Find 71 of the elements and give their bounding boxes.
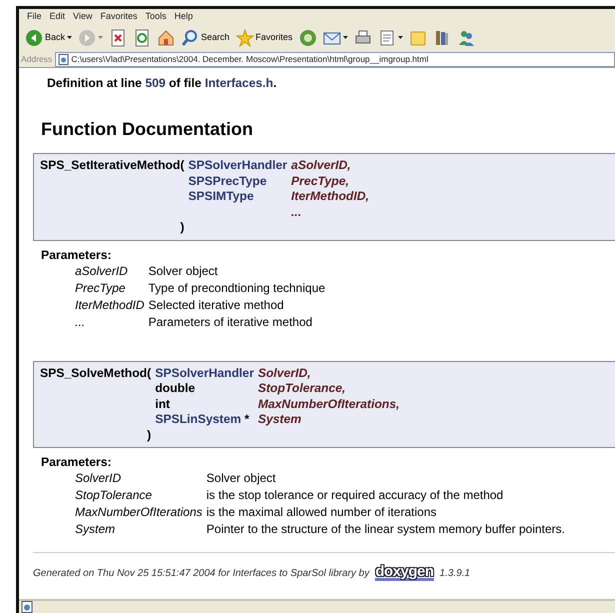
menu-item[interactable]: Help xyxy=(170,10,197,24)
closing-paren: ) xyxy=(180,220,184,234)
menu-item[interactable]: View xyxy=(69,10,96,24)
footer-text: Generated on Thu Nov 25 15:51:47 2004 for Interfaces to SparSol library by xyxy=(33,566,370,581)
favorites-button[interactable]: Favorites xyxy=(234,27,295,49)
address-label: Address xyxy=(21,52,52,66)
page-icon xyxy=(58,54,70,64)
parameter-name: PrecType xyxy=(75,280,126,295)
caret-icon xyxy=(67,36,72,40)
parameter-name: ... xyxy=(291,204,302,219)
parameter-name: SolverID, xyxy=(258,366,311,380)
parameter-description: Parameters of iterative method xyxy=(148,314,312,329)
pointer-mark: * xyxy=(243,412,250,426)
parameter-name: ... xyxy=(75,314,86,329)
house-icon xyxy=(157,29,176,47)
menu-item[interactable]: File xyxy=(23,10,46,24)
link[interactable]: 509 xyxy=(145,76,166,90)
type-link[interactable]: SPSPrecType xyxy=(188,174,267,188)
type-link[interactable]: SPSIMType xyxy=(188,189,254,204)
parameter-name: MaxNumberOfIterations, xyxy=(258,396,400,411)
document-icon xyxy=(378,29,396,47)
page-icon xyxy=(21,601,33,613)
parameter-description: Solver object xyxy=(148,264,218,278)
parameter-description: Type of precondtioning technique xyxy=(148,280,326,295)
parameter-name: IterMethodID, xyxy=(291,189,370,204)
back-button[interactable]: Back xyxy=(23,27,74,49)
search-icon xyxy=(181,29,200,47)
parameter-description: Selected iterative method xyxy=(148,298,284,312)
version-text: 1.3.9.1 xyxy=(440,566,470,581)
parameter-name: StopTolerance xyxy=(75,488,152,502)
definition-text: Definition at line 509 of file Interfaces.h. xyxy=(47,75,278,92)
caret-icon xyxy=(398,36,403,40)
closing-paren: ) xyxy=(147,428,152,442)
refresh-icon xyxy=(133,29,152,47)
parameter-name: IterMethodID xyxy=(75,298,144,312)
type-link[interactable]: SPSolverHandler xyxy=(155,366,254,380)
parameter-name: System xyxy=(258,412,302,426)
parameter-description: Pointer to the structure of the linear system memory buffer pointers. xyxy=(206,522,565,536)
type-link[interactable]: SPSLinSystem xyxy=(155,412,242,426)
section-heading: Function Documentation xyxy=(41,118,254,142)
doxygen-logo[interactable]: doxygen xyxy=(375,565,434,582)
parameter-name: MaxNumberOfIterations xyxy=(75,505,202,520)
parameter-description: is the stop tolerance or required accuracy of the method xyxy=(206,488,504,502)
folder-icon xyxy=(408,29,427,47)
parameter-description: is the maximal allowed number of iterations xyxy=(206,505,436,520)
parameter-name: aSolverID xyxy=(75,264,128,278)
people-icon xyxy=(456,29,475,47)
search-button[interactable]: Search xyxy=(179,27,232,49)
stop-icon xyxy=(109,29,128,47)
parameter-name: aSolverID, xyxy=(291,158,351,172)
parameters-label: Parameters: xyxy=(41,455,112,470)
parameter-name: StopTolerance, xyxy=(258,381,346,396)
type-link[interactable]: SPSolverHandler xyxy=(188,158,288,172)
parameter-name: System xyxy=(75,522,116,536)
link[interactable]: Interfaces.h xyxy=(204,76,274,90)
parameters-label: Parameters: xyxy=(41,248,112,263)
menu-item[interactable]: Tools xyxy=(141,10,170,24)
caret-icon xyxy=(342,36,348,40)
menu-item[interactable]: Favorites xyxy=(96,10,142,24)
parameter-name: SolverID xyxy=(75,471,122,486)
parameter-name: PrecType, xyxy=(291,174,349,188)
type-name: int xyxy=(155,396,170,411)
address-field[interactable]: C:\users\Vlad\Presentations\2004. December. Moscow\Presentation\html\group__imgroup.html xyxy=(55,52,615,66)
type-name: double xyxy=(155,381,196,396)
parameter-description: Solver object xyxy=(206,471,276,486)
function-name: SPS_SolveMethod( xyxy=(40,366,152,380)
star-icon xyxy=(236,29,254,47)
function-name: SPS_SetIterativeMethod( xyxy=(40,158,184,172)
caret-icon xyxy=(98,36,104,40)
media-icon xyxy=(298,29,317,47)
menu-item[interactable]: Edit xyxy=(46,10,70,24)
